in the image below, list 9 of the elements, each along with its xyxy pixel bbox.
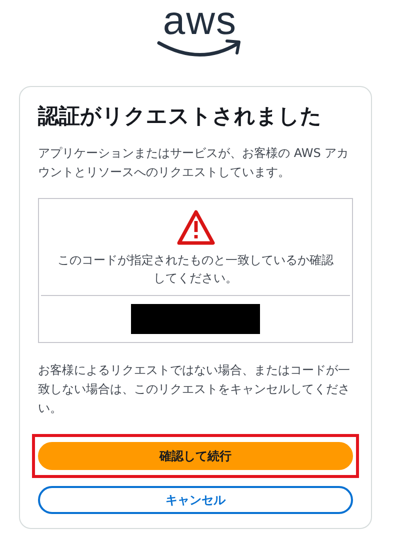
cancel-button[interactable]: キャンセル [38,486,353,514]
warning-icon [176,209,216,248]
cancel-instructions: お客様によるリクエストではない場合、またはコードが一致しない場合は、このリクエストをキャンセルしてください。 [38,362,351,418]
description-text: アプリケーションまたはサービスが、お客様の AWS アカウントとリソースへのリクエストしています。 [38,145,350,182]
confirm-button[interactable]: 確認して続行 [38,442,353,470]
confirm-message: このコードが指定されたものと一致しているか確認してください。 [56,252,334,288]
smile-arrow-icon [157,38,243,58]
card-title: 認証がリクエストされました [38,103,323,130]
logo-text: aws [162,4,238,38]
